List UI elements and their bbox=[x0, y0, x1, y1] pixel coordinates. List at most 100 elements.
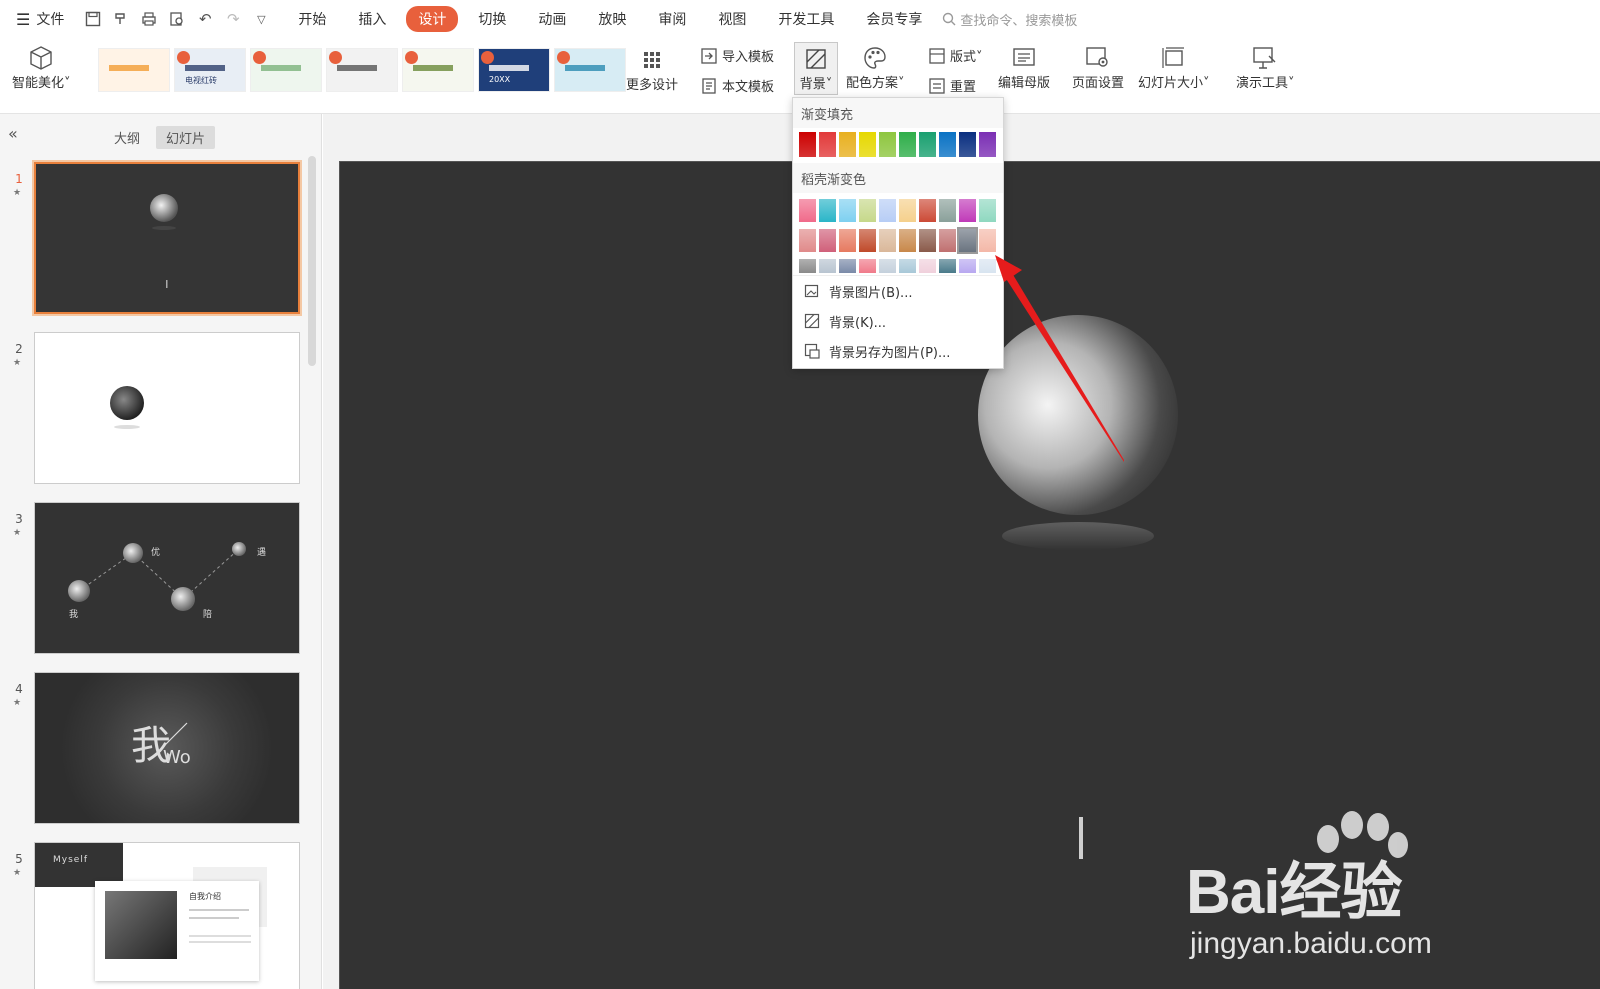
daoke-gradient-swatch[interactable] bbox=[979, 229, 996, 252]
daoke-gradient-swatch[interactable] bbox=[959, 199, 976, 222]
moon-image[interactable] bbox=[978, 315, 1178, 515]
edit-master-button[interactable]: 编辑母版 bbox=[998, 44, 1050, 91]
daoke-gradient-swatch[interactable] bbox=[919, 259, 936, 273]
daoke-gradient-swatch[interactable] bbox=[939, 259, 956, 273]
tab-2[interactable]: 设计 bbox=[406, 6, 459, 32]
daoke-gradient-swatch[interactable] bbox=[939, 199, 956, 222]
tab-5[interactable]: 放映 bbox=[586, 7, 638, 31]
daoke-gradient-swatch[interactable] bbox=[879, 259, 896, 273]
daoke-gradient-swatch[interactable] bbox=[799, 259, 816, 273]
background-menu-item[interactable]: 背景(K)... bbox=[793, 306, 1003, 336]
template-thumb-text: 电视红砖 bbox=[185, 76, 217, 85]
daoke-gradient-swatch[interactable] bbox=[899, 259, 916, 273]
daoke-gradient-swatch[interactable] bbox=[799, 199, 816, 222]
page-setup-button[interactable]: 页面设置 bbox=[1072, 44, 1124, 91]
edit-master-label: 编辑母版 bbox=[998, 76, 1051, 91]
tab-9[interactable]: 会员专享 bbox=[854, 7, 934, 31]
daoke-gradient-swatch[interactable] bbox=[839, 259, 856, 273]
more-design-button[interactable]: 更多设计 bbox=[626, 46, 678, 93]
design-template-thumbnail[interactable] bbox=[554, 48, 626, 92]
daoke-gradient-swatch[interactable] bbox=[859, 259, 876, 273]
background-menu-item[interactable]: 背景另存为图片(P)... bbox=[793, 336, 1003, 366]
tab-7[interactable]: 视图 bbox=[706, 7, 758, 31]
redo-icon[interactable]: ↷ bbox=[222, 8, 244, 30]
presentation-tools-label: 演示工具˅ bbox=[1236, 76, 1295, 91]
format-painter-icon[interactable] bbox=[110, 8, 132, 30]
design-template-thumbnail[interactable] bbox=[98, 48, 170, 92]
daoke-gradient-swatch[interactable] bbox=[879, 199, 896, 222]
daoke-gradient-swatch[interactable] bbox=[919, 229, 936, 252]
tab-3[interactable]: 切换 bbox=[466, 7, 518, 31]
tab-outline[interactable]: 大纲 bbox=[104, 126, 150, 149]
gradient-fill-swatches bbox=[793, 128, 1003, 161]
design-template-thumbnail[interactable]: 20XX bbox=[478, 48, 550, 92]
premium-badge-icon bbox=[481, 51, 494, 64]
gradient-swatch[interactable] bbox=[919, 132, 936, 157]
slide-thumbnail-item[interactable]: 4 ★ 我 Wo bbox=[0, 672, 322, 832]
smart-beautify-button[interactable]: 智能美化˅ bbox=[12, 44, 71, 91]
undo-icon[interactable]: ↶ bbox=[194, 8, 216, 30]
collapse-panel-icon[interactable]: « bbox=[8, 124, 18, 143]
tab-0[interactable]: 开始 bbox=[286, 7, 338, 31]
customize-toolbar-icon[interactable]: ▽ bbox=[250, 8, 272, 30]
background-button[interactable]: 背景˅ bbox=[794, 42, 838, 95]
gradient-swatch[interactable] bbox=[819, 132, 836, 157]
presentation-tools-button[interactable]: 演示工具˅ bbox=[1236, 44, 1295, 91]
slide-thumbnail-item[interactable]: 1 ★ bbox=[0, 160, 322, 322]
slide-size-button[interactable]: 幻灯片大小˅ bbox=[1138, 44, 1210, 91]
daoke-gradient-swatch[interactable] bbox=[819, 229, 836, 252]
portrait-photo bbox=[105, 891, 177, 959]
daoke-gradient-swatch[interactable] bbox=[859, 229, 876, 252]
file-menu[interactable]: ☰ 文件 bbox=[16, 9, 64, 29]
daoke-gradient-swatch[interactable] bbox=[839, 199, 856, 222]
slide-3-label: 我 bbox=[69, 610, 79, 620]
tab-4[interactable]: 动画 bbox=[526, 7, 578, 31]
daoke-gradient-swatch[interactable] bbox=[859, 199, 876, 222]
tab-slides[interactable]: 幻灯片 bbox=[156, 126, 216, 149]
gradient-swatch[interactable] bbox=[799, 132, 816, 157]
daoke-gradient-swatch[interactable] bbox=[959, 259, 976, 273]
hamburger-icon: ☰ bbox=[16, 9, 31, 29]
reset-button[interactable]: 重置 bbox=[928, 76, 976, 95]
background-menu-item[interactable]: 背景图片(B)... bbox=[793, 276, 1003, 306]
tab-8[interactable]: 开发工具 bbox=[766, 7, 846, 31]
daoke-gradient-swatch[interactable] bbox=[939, 229, 956, 252]
daoke-gradient-swatch[interactable] bbox=[819, 199, 836, 222]
text-template-button[interactable]: 本文模板 bbox=[700, 76, 774, 95]
gradient-swatch[interactable] bbox=[959, 132, 976, 157]
daoke-gradient-swatch[interactable] bbox=[919, 199, 936, 222]
import-template-button[interactable]: 导入模板 bbox=[700, 46, 774, 65]
tab-6[interactable]: 审阅 bbox=[646, 7, 698, 31]
design-template-thumbnail[interactable] bbox=[402, 48, 474, 92]
daoke-gradient-swatch[interactable] bbox=[979, 199, 996, 222]
design-template-thumbnail[interactable]: 电视红砖 bbox=[174, 48, 246, 92]
daoke-gradient-swatch[interactable] bbox=[799, 229, 816, 252]
color-scheme-button[interactable]: 配色方案˅ bbox=[846, 44, 905, 91]
slide-thumbnail-item[interactable]: 3 ★ 优 遇 我 陪 bbox=[0, 502, 322, 662]
daoke-gradient-swatch[interactable] bbox=[839, 229, 856, 252]
design-template-thumbnail[interactable] bbox=[326, 48, 398, 92]
gradient-swatch[interactable] bbox=[979, 132, 996, 157]
layout-button[interactable]: 版式˅ bbox=[928, 46, 983, 65]
design-template-thumbnail[interactable] bbox=[250, 48, 322, 92]
slide-thumbnail-item[interactable]: 5 ★ Myself 自我介绍 bbox=[0, 842, 322, 989]
daoke-gradient-swatch[interactable] bbox=[979, 259, 996, 273]
daoke-gradient-swatch[interactable] bbox=[957, 227, 978, 254]
print-icon[interactable] bbox=[138, 8, 160, 30]
daoke-gradient-swatch[interactable] bbox=[899, 229, 916, 252]
save-icon[interactable] bbox=[82, 8, 104, 30]
text-cursor-placeholder[interactable] bbox=[1079, 817, 1083, 859]
daoke-gradient-swatch[interactable] bbox=[879, 229, 896, 252]
gradient-swatch[interactable] bbox=[859, 132, 876, 157]
search-command[interactable]: 查找命令、搜索模板 bbox=[942, 10, 1077, 29]
daoke-gradient-swatch[interactable] bbox=[899, 199, 916, 222]
print-preview-icon[interactable] bbox=[166, 8, 188, 30]
slide-thumbnail-item[interactable]: 2 ★ bbox=[0, 332, 322, 492]
tab-1[interactable]: 插入 bbox=[346, 7, 398, 31]
gradient-swatch[interactable] bbox=[899, 132, 916, 157]
gradient-swatch[interactable] bbox=[879, 132, 896, 157]
gradient-swatch[interactable] bbox=[839, 132, 856, 157]
slide-5-header: Myself bbox=[53, 855, 88, 865]
daoke-gradient-swatch[interactable] bbox=[819, 259, 836, 273]
gradient-swatch[interactable] bbox=[939, 132, 956, 157]
